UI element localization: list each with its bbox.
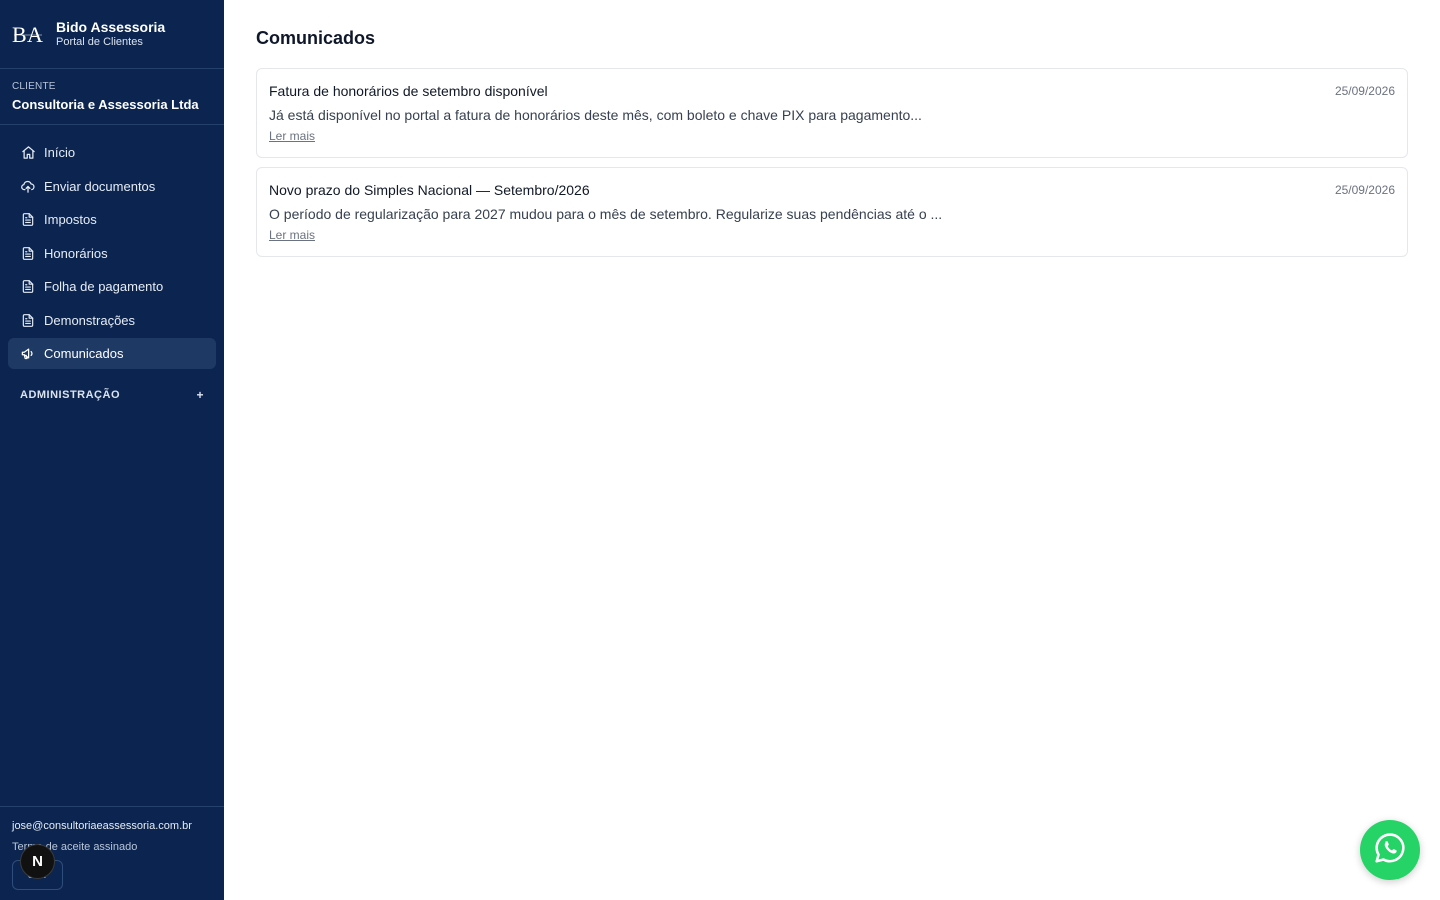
sidebar-item-label: Comunicados <box>44 346 124 361</box>
dev-tools-badge[interactable]: N <box>21 845 54 878</box>
sidebar-item-label: Início <box>44 145 76 160</box>
document-icon <box>20 245 36 261</box>
announcement-title: Fatura de honorários de setembro disponí… <box>269 83 548 99</box>
announcement-date: 25/09/2026 <box>1334 84 1395 98</box>
sidebar-item-label: Honorários <box>44 245 108 261</box>
sidebar-item-demonstracoes[interactable]: Demonstrações <box>8 305 216 336</box>
svg-text:B: B <box>12 22 27 46</box>
admin-section-label: ADMINISTRAÇÃO <box>20 389 120 401</box>
client-name: Consultoria e Assessoria Ltda <box>12 97 199 112</box>
brand-logo: B A <box>12 20 48 48</box>
sidebar-nav: Início Enviar documentos Impostos Honorá… <box>0 125 224 369</box>
home-icon <box>20 145 36 161</box>
sidebar-item-impostos[interactable]: Impostos <box>8 204 216 235</box>
plus-icon: + <box>196 388 204 402</box>
user-email: jose@consultoriaeassessoria.com.br <box>12 820 192 832</box>
sidebar-item-folha-de-pagamento[interactable]: Folha de pagamento <box>8 271 216 302</box>
client-label: CLIENTE <box>12 81 56 92</box>
announcement-excerpt: O período de regularização para 2027 mud… <box>269 206 943 222</box>
sidebar: B A Bido Assessoria Portal de Clientes C… <box>0 0 224 900</box>
sidebar-item-inicio[interactable]: Início <box>8 137 216 168</box>
brand-header: B A Bido Assessoria Portal de Clientes <box>0 0 224 69</box>
document-icon <box>20 212 36 228</box>
brand-subtitle: Portal de Clientes <box>56 36 143 48</box>
announcement-card: Novo prazo do Simples Nacional — Setembr… <box>256 167 1408 257</box>
page-title: Comunicados <box>256 28 376 48</box>
sidebar-item-label: Demonstrações <box>44 312 136 328</box>
document-icon <box>20 279 36 295</box>
svg-text:A: A <box>27 22 43 46</box>
announcement-title: Novo prazo do Simples Nacional — Setembr… <box>269 182 590 198</box>
announcement-excerpt: Já está disponível no portal a fatura de… <box>269 107 922 123</box>
document-icon <box>20 312 36 328</box>
megaphone-icon <box>20 346 36 362</box>
announcement-date: 25/09/2026 <box>1334 183 1395 197</box>
sidebar-footer: jose@consultoriaeassessoria.com.br Termo… <box>0 806 224 900</box>
client-info: CLIENTE Consultoria e Assessoria Ltda <box>0 69 224 125</box>
sidebar-item-label: Folha de pagamento <box>44 279 164 294</box>
admin-section-toggle[interactable]: ADMINISTRAÇÃO + <box>0 385 224 405</box>
sidebar-item-label: Enviar documentos <box>44 178 156 194</box>
cloud-upload-icon <box>20 178 36 194</box>
sidebar-item-enviar-documentos[interactable]: Enviar documentos <box>8 171 216 202</box>
sidebar-item-honorarios[interactable]: Honorários <box>8 238 216 269</box>
read-more-link[interactable]: Ler mais <box>269 228 315 242</box>
sidebar-item-label: Impostos <box>44 212 97 227</box>
whatsapp-button[interactable] <box>1360 820 1420 880</box>
main-content: Comunicados Fatura de honorários de sete… <box>224 0 1440 900</box>
announcement-card: Fatura de honorários de setembro disponí… <box>256 68 1408 158</box>
read-more-link[interactable]: Ler mais <box>269 129 315 143</box>
sidebar-item-comunicados[interactable]: Comunicados <box>8 338 216 369</box>
whatsapp-icon <box>1373 831 1407 870</box>
announcements-list: Fatura de honorários de setembro disponí… <box>256 68 1408 257</box>
brand-name: Bido Assessoria <box>56 19 166 35</box>
